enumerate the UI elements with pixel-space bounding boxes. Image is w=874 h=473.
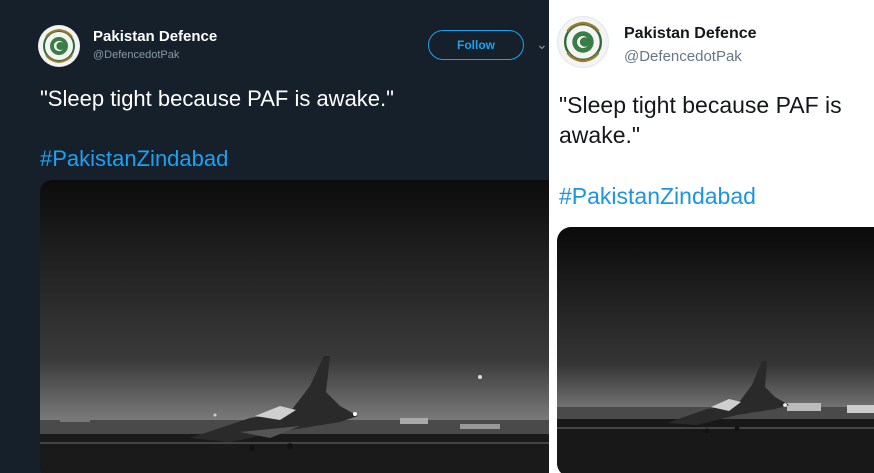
hashtag-link[interactable]: #PakistanZindabad <box>40 146 228 172</box>
tweet-text: "Sleep tight because PAF is awake." <box>40 86 394 111</box>
tweet-light: Pakistan Defence @DefencedotPak "Sleep t… <box>549 0 874 473</box>
display-name[interactable]: Pakistan Defence <box>624 25 757 43</box>
chevron-down-icon[interactable]: ⌄ <box>536 36 548 53</box>
emblem-icon <box>559 18 607 66</box>
user-handle[interactable]: @DefencedotPak <box>624 48 742 65</box>
emblem-icon <box>39 26 79 66</box>
avatar[interactable] <box>38 25 80 67</box>
tweet-photo[interactable] <box>40 180 549 473</box>
tweet-text: "Sleep tight because PAF is awake." <box>559 92 842 148</box>
follow-button[interactable]: Follow <box>428 30 524 60</box>
jet-night-photo <box>557 227 874 473</box>
tweet-dark: Pakistan Defence @DefencedotPak Follow ⌄… <box>0 0 549 473</box>
display-name[interactable]: Pakistan Defence <box>93 28 217 45</box>
tweet-photo[interactable] <box>557 227 874 473</box>
jet-night-photo <box>40 180 549 473</box>
avatar[interactable] <box>557 16 609 68</box>
hashtag-link[interactable]: #PakistanZindabad <box>559 183 756 210</box>
user-handle[interactable]: @DefencedotPak <box>93 49 179 61</box>
